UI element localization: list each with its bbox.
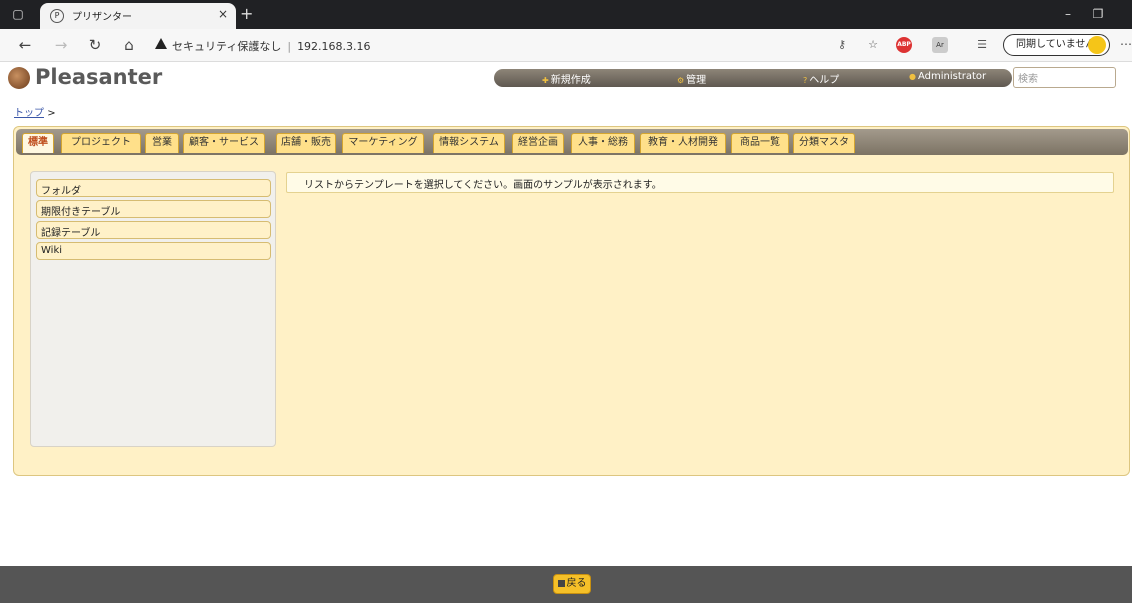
gear-icon: ⚙ [677, 76, 685, 85]
url-separator: | [287, 40, 292, 53]
menu-new[interactable]: ✚ 新規作成 [542, 71, 591, 86]
plus-icon: ✚ [542, 76, 549, 85]
list-item[interactable]: フォルダ [36, 179, 271, 197]
tab-actions-icon[interactable]: ▢ [10, 6, 26, 22]
tab-title: プリザンター [72, 12, 132, 23]
sync-button[interactable]: 同期していません [1003, 34, 1110, 56]
template-list: フォルダ 期限付きテーブル 記録テーブル Wiki [30, 171, 276, 447]
favicon-icon: P [50, 9, 64, 23]
menu-help-label: ヘルプ [809, 75, 840, 86]
browser-tab[interactable]: P プリザンター × [40, 3, 236, 29]
back-icon [557, 580, 565, 587]
template-message: リストからテンプレートを選択してください。画面のサンプルが表示されます。 [286, 172, 1114, 193]
address-bar: ← → ↻ ⌂ セキュリティ保護なし | 192.168.3.16 ⚷ ☆ ABP … [0, 29, 1132, 62]
favorites-list-icon[interactable]: ☰ [974, 37, 990, 53]
search-placeholder: 検索 [1018, 74, 1038, 85]
footer-bar: 戻る [0, 566, 1132, 603]
main-menu: ✚ 新規作成 ⚙ 管理 ? ヘルプ ● Administrator [494, 69, 1012, 87]
breadcrumb-separator: > [47, 108, 56, 119]
back-button[interactable]: 戻る [553, 574, 591, 594]
tab-product-list[interactable]: 商品一覧 [731, 133, 789, 153]
key-icon[interactable]: ⚷ [834, 37, 850, 53]
tab-standard[interactable]: 標準 [22, 133, 54, 153]
list-item[interactable]: 記録テーブル [36, 221, 271, 239]
home-icon[interactable]: ⌂ [120, 37, 138, 53]
url-field[interactable]: セキュリティ保護なし | 192.168.3.16 [172, 38, 371, 54]
forward-arrow-icon[interactable]: → [52, 37, 70, 53]
extension-ar-icon[interactable]: Ar [932, 37, 948, 53]
more-options-icon[interactable]: ⋯ [1120, 37, 1132, 51]
tab-marketing[interactable]: マーケティング [342, 133, 424, 153]
reload-icon[interactable]: ↻ [86, 37, 104, 53]
security-label: セキュリティ保護なし [172, 40, 282, 53]
menu-user[interactable]: ● Administrator [909, 71, 986, 82]
tab-classification-master[interactable]: 分類マスタ [793, 133, 855, 153]
menu-manage[interactable]: ⚙ 管理 [677, 71, 706, 86]
adblock-icon[interactable]: ABP [896, 37, 912, 53]
logo-text: Pleasanter [35, 65, 163, 89]
sync-label: 同期していません [1016, 39, 1096, 50]
tab-store-sales[interactable]: 店舗・販売 [276, 133, 336, 153]
back-arrow-icon[interactable]: ← [16, 37, 34, 53]
template-panel: 標準 プロジェクト 営業 顧客・サービス 店舗・販売 マーケティング 情報システ… [13, 126, 1130, 476]
tab-hr-general[interactable]: 人事・総務 [571, 133, 635, 153]
favorite-icon[interactable]: ☆ [865, 37, 881, 53]
menu-help[interactable]: ? ヘルプ [803, 71, 839, 86]
browser-titlebar: ▢ P プリザンター × + – ❐ [0, 0, 1132, 29]
user-icon: ● [909, 72, 916, 81]
tab-sales[interactable]: 営業 [145, 133, 179, 153]
tab-customer-service[interactable]: 顧客・サービス [183, 133, 265, 153]
breadcrumb-top-link[interactable]: トップ [14, 108, 44, 119]
search-input[interactable]: 検索 [1013, 67, 1116, 88]
menu-user-label: Administrator [917, 71, 987, 82]
menu-new-label: 新規作成 [550, 75, 591, 86]
new-tab-button[interactable]: + [240, 4, 253, 23]
url-value: 192.168.3.16 [297, 40, 371, 53]
tab-education-hr-development[interactable]: 教育・人材開発 [640, 133, 726, 153]
minimize-icon[interactable]: – [1060, 6, 1076, 22]
back-label: 戻る [566, 578, 587, 589]
logo-icon [8, 67, 30, 89]
tab-information-systems[interactable]: 情報システム [433, 133, 505, 153]
tab-project[interactable]: プロジェクト [61, 133, 141, 153]
tab-close-icon[interactable]: × [218, 7, 228, 21]
menu-manage-label: 管理 [686, 75, 707, 86]
template-category-tabs: 標準 プロジェクト 営業 顧客・サービス 店舗・販売 マーケティング 情報システ… [16, 129, 1128, 155]
breadcrumb: トップ > [14, 104, 56, 119]
restore-icon[interactable]: ❐ [1090, 6, 1106, 22]
list-item[interactable]: Wiki [36, 242, 271, 260]
profile-avatar [1088, 36, 1106, 54]
tab-management-planning[interactable]: 経営企画 [512, 133, 564, 153]
help-icon: ? [803, 76, 808, 85]
warning-icon [155, 38, 167, 49]
list-item[interactable]: 期限付きテーブル [36, 200, 271, 218]
